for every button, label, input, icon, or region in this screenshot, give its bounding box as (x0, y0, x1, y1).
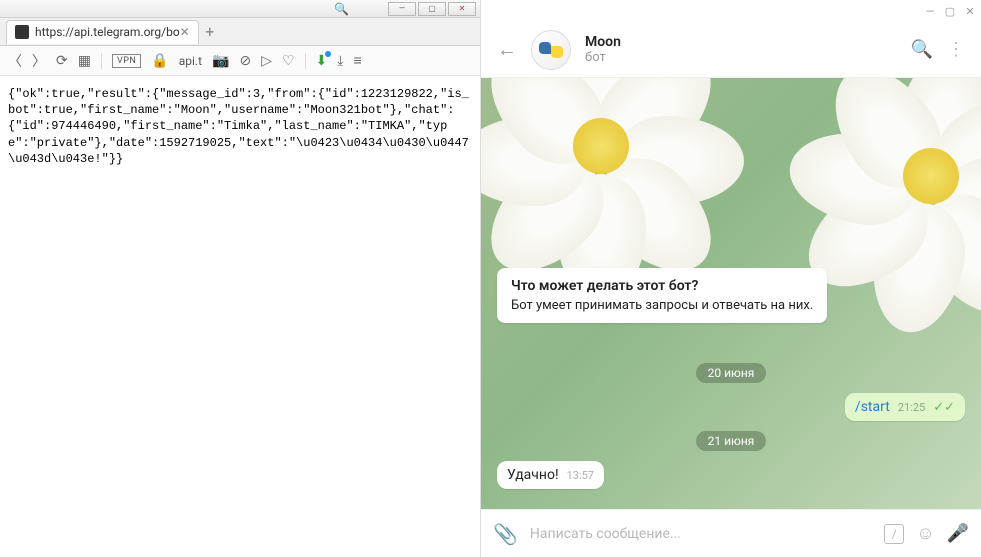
outgoing-message[interactable]: /start 21:25 ✓✓ (845, 393, 965, 421)
browser-tabbar: https://api.telegram.org/bo ✕ + (0, 18, 480, 46)
nav-forward-icon[interactable]: 〉 (32, 51, 46, 71)
python-icon (539, 38, 563, 62)
heart-icon[interactable]: ♡ (282, 53, 295, 69)
attach-icon[interactable]: 📎 (493, 522, 518, 546)
download-arrow-icon[interactable]: ⬇ (316, 53, 328, 69)
menu-icon[interactable]: ≡ (353, 52, 361, 69)
chat-title-block[interactable]: Moon бот (585, 34, 621, 65)
message-text: Удачно! (507, 467, 559, 483)
new-tab-button[interactable]: + (199, 22, 221, 41)
response-body[interactable]: {"ok":true,"result":{"message_id":3,"fro… (0, 76, 480, 557)
tg-close-button[interactable]: ✕ (963, 4, 977, 18)
reload-icon[interactable]: ⟳ (56, 53, 68, 69)
window-minimize-button[interactable]: — (388, 2, 416, 16)
message-time: 21:25 (898, 401, 925, 414)
emoji-icon[interactable]: ☺ (916, 523, 934, 544)
nav-back-icon[interactable]: 〈 (8, 51, 22, 71)
incoming-message[interactable]: Удачно! 13:57 (497, 461, 604, 489)
tab-close-icon[interactable]: ✕ (180, 25, 190, 39)
tab-title: https://api.telegram.org/bo (35, 25, 180, 39)
search-icon[interactable]: 🔍 (911, 39, 933, 60)
bot-info-card: Что может делать этот бот? Бот умеет при… (497, 268, 827, 323)
block-icon[interactable]: ⊘ (239, 53, 251, 69)
bot-info-desc: Бот умеет принимать запросы и отвечать н… (511, 298, 813, 313)
telegram-window: — ▢ ✕ ← Moon бот 🔍 ⋮ (481, 0, 981, 557)
favicon-icon (15, 25, 29, 39)
chat-header: ← Moon бот 🔍 ⋮ (481, 22, 981, 78)
voice-icon[interactable]: 🎤 (947, 523, 969, 544)
search-icon[interactable]: 🔍 (334, 2, 349, 16)
vpn-badge[interactable]: VPN (112, 54, 141, 68)
commands-icon[interactable]: / (884, 524, 904, 544)
browser-window: 🔍 — ▢ ✕ https://api.telegram.org/bo ✕ + … (0, 0, 481, 557)
date-separator: 21 июня (696, 431, 767, 451)
browser-titlebar: 🔍 — ▢ ✕ (0, 0, 480, 18)
send-icon[interactable]: ▷ (261, 53, 272, 69)
tg-minimize-button[interactable]: — (923, 4, 937, 18)
window-maximize-button[interactable]: ▢ (418, 2, 446, 16)
separator (305, 53, 306, 69)
messages-scroll[interactable]: Что может делать этот бот? Бот умеет при… (481, 78, 981, 509)
lock-icon: 🔒 (151, 53, 168, 69)
telegram-titlebar: — ▢ ✕ (481, 0, 981, 22)
message-input[interactable] (530, 526, 872, 542)
browser-toolbar: 〈 〉 ⟳ ▦ VPN 🔒 api.t 📷 ⊘ ▷ ♡ ⬇ ⤓ ≡ (0, 46, 480, 76)
tiles-icon[interactable]: ▦ (78, 53, 91, 69)
chat-area: Что может делать этот бот? Бот умеет при… (481, 78, 981, 509)
message-time: 13:57 (567, 469, 594, 482)
back-arrow-icon[interactable]: ← (497, 37, 517, 62)
read-checks-icon: ✓✓ (933, 400, 955, 415)
address-text[interactable]: api.t (179, 54, 202, 68)
chat-avatar[interactable] (531, 30, 571, 70)
window-close-button[interactable]: ✕ (448, 2, 476, 16)
camera-icon[interactable]: 📷 (212, 53, 229, 69)
date-separator: 20 июня (696, 363, 767, 383)
chat-name: Moon (585, 34, 621, 50)
download-tray-icon[interactable]: ⤓ (337, 53, 343, 69)
chat-subtitle: бот (585, 50, 621, 65)
more-icon[interactable]: ⋮ (947, 39, 965, 60)
browser-tab[interactable]: https://api.telegram.org/bo ✕ (6, 20, 199, 44)
message-input-bar: 📎 / ☺ 🎤 (481, 509, 981, 557)
tg-maximize-button[interactable]: ▢ (943, 4, 957, 18)
message-text: /start (855, 399, 890, 415)
bot-info-title: Что может делать этот бот? (511, 278, 813, 294)
separator (101, 53, 102, 69)
